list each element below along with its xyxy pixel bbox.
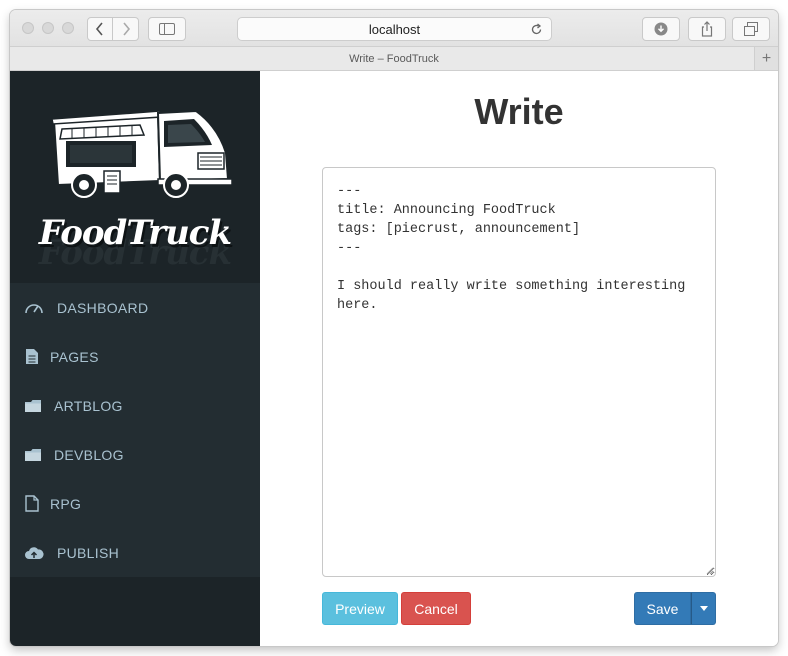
sidebar-item-dashboard[interactable]: DASHBOARD xyxy=(10,283,260,332)
page-title: Write xyxy=(474,91,564,132)
food-truck-logo-icon xyxy=(51,109,233,198)
downloads-button[interactable] xyxy=(642,17,680,41)
save-options-dropdown[interactable] xyxy=(691,592,716,625)
sidebar-item-publish[interactable]: PUBLISH xyxy=(10,528,260,577)
brand-name: FoodTruck xyxy=(38,213,232,253)
sidebar-item-label: DASHBOARD xyxy=(57,299,149,316)
close-window-button[interactable] xyxy=(22,22,34,34)
sidebar: FoodTruck FoodTruck DASHBOARD PAGES ARTB… xyxy=(10,71,260,646)
sidebar-nav: DASHBOARD PAGES ARTBLOG DEVBLOG RPG PUBL… xyxy=(10,283,260,577)
new-tab-button[interactable]: + xyxy=(754,47,778,70)
back-button[interactable] xyxy=(87,17,113,41)
sidebar-item-artblog[interactable]: ARTBLOG xyxy=(10,381,260,430)
tab-title[interactable]: Write – FoodTruck xyxy=(349,53,439,65)
dashboard-gauge-icon xyxy=(24,298,44,318)
sidebar-toggle-button[interactable] xyxy=(148,17,186,41)
sidebar-item-label: PAGES xyxy=(50,348,99,365)
minimize-window-button[interactable] xyxy=(42,22,54,34)
tabs-overview-button[interactable] xyxy=(732,17,770,41)
tab-bar: Write – FoodTruck + xyxy=(10,47,778,71)
editor-textarea[interactable]: --- title: Announcing FoodTruck tags: [p… xyxy=(322,167,716,577)
sidebar-icon xyxy=(159,23,175,35)
file-text-icon xyxy=(22,347,42,367)
sidebar-item-label: PUBLISH xyxy=(57,544,120,561)
chevron-left-icon xyxy=(95,22,103,36)
cloud-upload-icon xyxy=(24,543,44,563)
main-content: Write --- title: Announcing FoodTruck ta… xyxy=(260,71,778,646)
browser-window: localhost Write – FoodTruck + FoodTruck … xyxy=(10,10,778,646)
cancel-button[interactable]: Cancel xyxy=(401,592,471,625)
forward-button[interactable] xyxy=(113,17,139,41)
file-outline-icon xyxy=(22,494,42,514)
sidebar-item-rpg[interactable]: RPG xyxy=(10,479,260,528)
sidebar-item-label: DEVBLOG xyxy=(54,446,124,463)
sidebar-item-pages[interactable]: PAGES xyxy=(10,332,260,381)
tabs-icon xyxy=(744,22,758,36)
folder-icon xyxy=(23,396,43,416)
save-button[interactable]: Save xyxy=(634,592,691,625)
folder-icon xyxy=(23,445,43,465)
caret-down-icon xyxy=(699,606,708,611)
share-icon xyxy=(701,21,713,37)
logo-area[interactable]: FoodTruck FoodTruck xyxy=(10,71,260,283)
reload-icon[interactable] xyxy=(530,23,543,36)
url-text: localhost xyxy=(368,21,421,37)
sidebar-item-label: ARTBLOG xyxy=(54,397,123,414)
download-icon xyxy=(654,22,668,36)
preview-button[interactable]: Preview xyxy=(322,592,398,625)
chevron-right-icon xyxy=(122,22,130,36)
sidebar-item-devblog[interactable]: DEVBLOG xyxy=(10,430,260,479)
browser-titlebar: localhost xyxy=(10,10,778,47)
share-button[interactable] xyxy=(688,17,726,41)
sidebar-item-label: RPG xyxy=(50,495,82,512)
resize-grip-icon[interactable] xyxy=(706,567,714,575)
address-bar[interactable]: localhost xyxy=(237,17,552,41)
zoom-window-button[interactable] xyxy=(62,22,74,34)
